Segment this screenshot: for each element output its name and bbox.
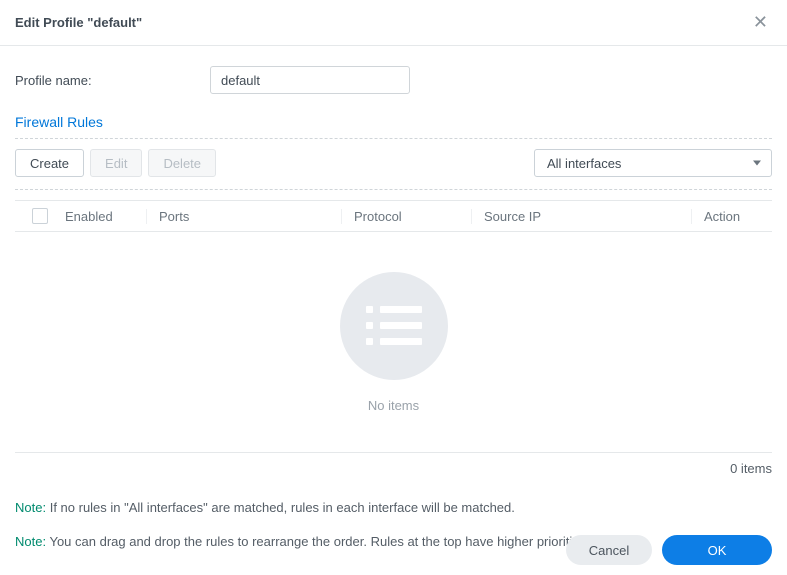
profile-name-label: Profile name: bbox=[15, 73, 210, 88]
close-icon[interactable]: ✕ bbox=[749, 12, 772, 33]
profile-name-row: Profile name: bbox=[15, 66, 772, 94]
table-empty-state: No items bbox=[15, 232, 772, 452]
dialog-content: Profile name: Firewall Rules Create Edit… bbox=[0, 46, 787, 561]
table-footer-count: 0 items bbox=[15, 452, 772, 484]
dialog-header: Edit Profile "default" ✕ bbox=[0, 0, 787, 46]
note-1: Note: If no rules in "All interfaces" ar… bbox=[15, 498, 772, 518]
dialog-title: Edit Profile "default" bbox=[15, 15, 142, 30]
chevron-down-icon bbox=[753, 161, 761, 166]
edit-button[interactable]: Edit bbox=[90, 149, 142, 177]
section-divider bbox=[15, 138, 772, 139]
note-text-1: If no rules in "All interfaces" are matc… bbox=[50, 500, 515, 515]
cancel-button[interactable]: Cancel bbox=[566, 535, 652, 565]
table-header-sourceip: Source IP bbox=[472, 209, 692, 224]
empty-text: No items bbox=[368, 398, 419, 413]
table-header-protocol: Protocol bbox=[342, 209, 472, 224]
firewall-rules-heading: Firewall Rules bbox=[15, 114, 772, 130]
profile-name-input[interactable] bbox=[210, 66, 410, 94]
note-label: Note: bbox=[15, 500, 46, 515]
toolbar-left: Create Edit Delete bbox=[15, 149, 216, 177]
interface-dropdown-button[interactable]: All interfaces bbox=[534, 149, 772, 177]
interface-dropdown[interactable]: All interfaces bbox=[534, 149, 772, 177]
table-header-action: Action bbox=[692, 209, 772, 224]
interface-dropdown-label: All interfaces bbox=[547, 156, 621, 171]
create-button[interactable]: Create bbox=[15, 149, 84, 177]
table-header-row: Enabled Ports Protocol Source IP Action bbox=[15, 200, 772, 232]
table-header-checkbox-cell bbox=[15, 208, 65, 224]
select-all-checkbox[interactable] bbox=[32, 208, 48, 224]
dialog-footer: Cancel OK bbox=[0, 525, 787, 575]
toolbar: Create Edit Delete All interfaces bbox=[15, 149, 772, 190]
table-header-enabled: Enabled bbox=[65, 209, 147, 224]
delete-button[interactable]: Delete bbox=[148, 149, 216, 177]
table-header-ports: Ports bbox=[147, 209, 342, 224]
ok-button[interactable]: OK bbox=[662, 535, 772, 565]
empty-list-icon bbox=[340, 272, 448, 380]
